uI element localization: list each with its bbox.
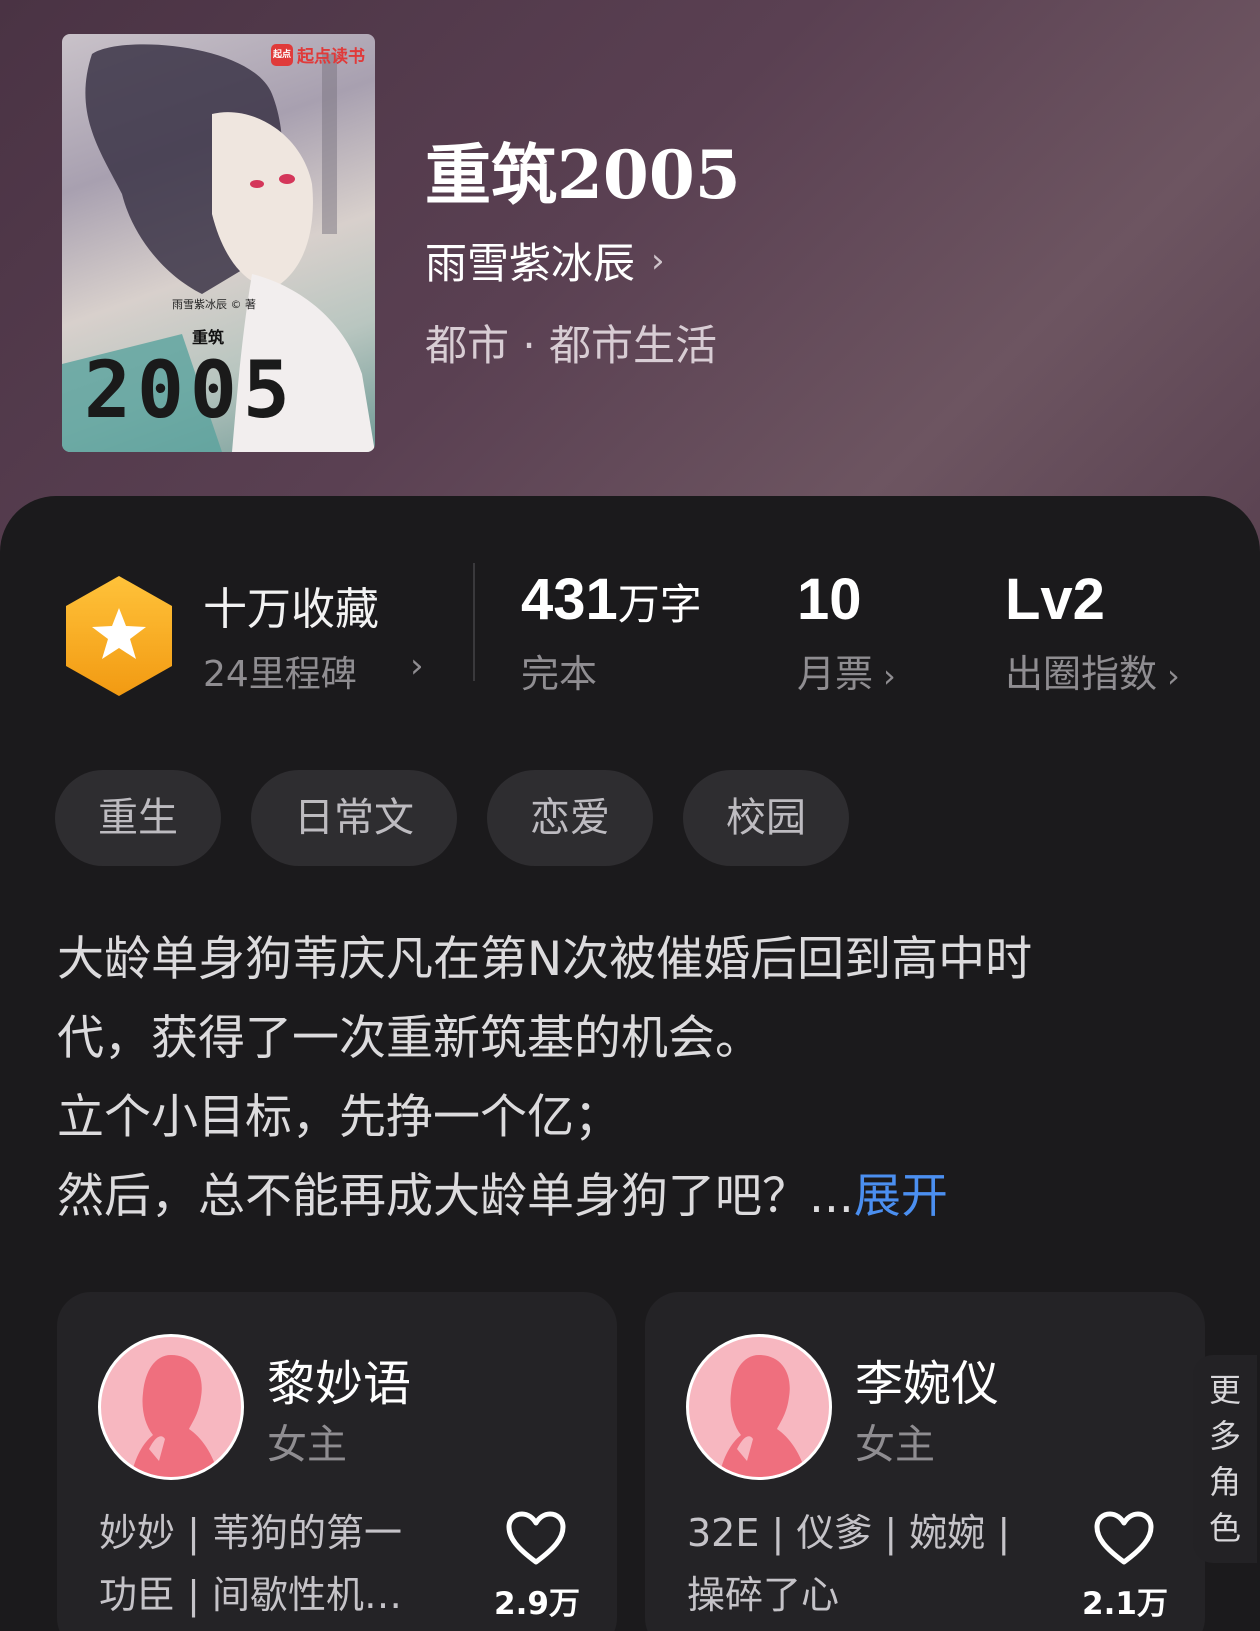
monthly-ticket-stat[interactable]: 10 月票 ›: [797, 566, 896, 698]
monthly-ticket-value: 10: [797, 567, 862, 632]
chevron-right-icon[interactable]: ›: [410, 646, 424, 686]
tag-chip[interactable]: 重生: [55, 770, 221, 866]
chevron-right-icon: ›: [883, 657, 896, 695]
cover-title-small: 重筑: [192, 328, 225, 347]
word-count-unit: 万字: [617, 580, 702, 629]
tag-list: 重生 日常文 恋爱 校园: [55, 770, 849, 866]
book-cover[interactable]: 起点 起点读书 雨雪紫冰辰 © 著 重筑 2005: [62, 34, 375, 452]
star-badge-icon: [66, 576, 172, 696]
description-line-text: 然后，总不能再成大龄单身狗了吧？...: [57, 1169, 854, 1224]
stats-divider: [473, 563, 475, 681]
chevron-right-icon: ›: [651, 240, 665, 281]
tag-chip[interactable]: 日常文: [251, 770, 457, 866]
chevron-right-icon: ›: [1167, 657, 1180, 695]
popularity-level: Lv2: [1005, 567, 1105, 632]
description-line: 大龄单身狗苇庆凡在第N次被催婚后回到高中时: [57, 932, 1033, 987]
book-title: 重筑2005: [425, 136, 741, 214]
character-name: 李婉仪: [855, 1356, 1000, 1412]
cover-brand-text: 起点读书: [297, 47, 365, 67]
heart-icon[interactable]: [505, 1510, 567, 1566]
cover-title-big: 2005: [84, 346, 296, 436]
completion-status: 完本: [521, 652, 598, 696]
more-roles-char: 更: [1208, 1371, 1241, 1409]
word-count-stat: 431万字 完本: [521, 566, 702, 698]
avatar-silhouette-icon: [719, 1355, 807, 1477]
character-card[interactable]: 黎妙语 女主 妙妙 | 苇狗的第一 功臣 | 间歇性机… 2.9万: [57, 1292, 617, 1631]
description-line: 代，获得了一次重新筑基的机会。: [57, 1011, 762, 1066]
qidian-logo-icon: 起点: [271, 43, 293, 66]
more-roles-char: 多: [1208, 1417, 1241, 1455]
popularity-index-stat[interactable]: Lv2 出圈指数 ›: [1005, 566, 1180, 698]
description-line-last: 然后，总不能再成大龄单身狗了吧？...展开: [57, 1157, 1217, 1236]
monthly-ticket-label: 月票: [797, 652, 874, 696]
character-avatar: [686, 1334, 832, 1480]
character-avatar: [98, 1334, 244, 1480]
like-count: 2.9万: [494, 1586, 580, 1622]
more-roles-char: 色: [1208, 1509, 1241, 1547]
character-card[interactable]: 李婉仪 女主 32E | 仪爹 | 婉婉 | 操碎了心 2.1万: [645, 1292, 1205, 1631]
book-description: 大龄单身狗苇庆凡在第N次被催婚后回到高中时 代，获得了一次重新筑基的机会。 立个…: [57, 920, 1217, 1236]
character-role: 女主: [855, 1422, 935, 1468]
character-description-line: 操碎了心: [687, 1573, 840, 1617]
expand-link[interactable]: 展开: [854, 1169, 948, 1224]
collection-title[interactable]: 十万收藏: [203, 573, 379, 637]
cover-author: 雨雪紫冰辰 © 著: [172, 298, 256, 311]
avatar-silhouette-icon: [131, 1355, 219, 1477]
more-characters-button[interactable]: 更 多 角 色: [1193, 1355, 1257, 1563]
tag-chip[interactable]: 校园: [683, 770, 849, 866]
character-description-line: 妙妙 | 苇狗的第一: [99, 1511, 402, 1555]
character-description-line: 32E | 仪爹 | 婉婉 |: [687, 1511, 1011, 1555]
cover-brand: 起点 起点读书: [271, 42, 365, 67]
character-role: 女主: [267, 1422, 347, 1468]
popularity-index-label: 出圈指数: [1005, 652, 1158, 696]
character-name: 黎妙语: [267, 1356, 412, 1412]
more-roles-char: 角: [1208, 1463, 1241, 1501]
word-count-value: 431: [521, 567, 618, 632]
book-detail-page: 起点 起点读书 雨雪紫冰辰 © 著 重筑 2005 重筑2005 雨雪紫冰辰 ›…: [0, 0, 1260, 1631]
milestone-label[interactable]: 24里程碑: [203, 645, 357, 697]
character-description-line: 功臣 | 间歇性机…: [99, 1573, 402, 1617]
description-line: 立个小目标，先挣一个亿；: [57, 1090, 621, 1145]
heart-icon[interactable]: [1093, 1510, 1155, 1566]
author-name: 雨雪紫冰辰: [425, 239, 636, 288]
tag-chip[interactable]: 恋爱: [487, 770, 653, 866]
book-genre[interactable]: 都市 · 都市生活: [425, 312, 717, 373]
author-link[interactable]: 雨雪紫冰辰 ›: [425, 230, 665, 291]
like-count: 2.1万: [1082, 1586, 1168, 1622]
character-description: 32E | 仪爹 | 婉婉 | 操碎了心: [687, 1502, 1027, 1626]
character-description: 妙妙 | 苇狗的第一 功臣 | 间歇性机…: [99, 1502, 439, 1626]
